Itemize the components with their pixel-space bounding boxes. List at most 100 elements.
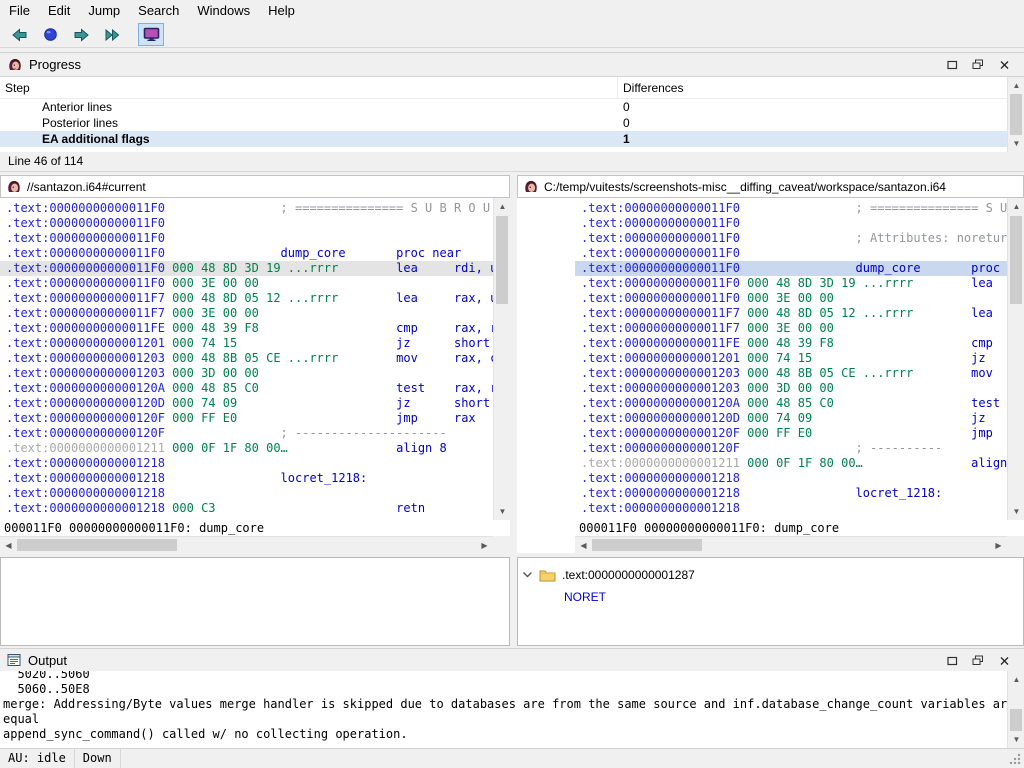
menu-item-jump[interactable]: Jump (79, 0, 129, 22)
menu-item-search[interactable]: Search (129, 0, 188, 22)
asm-line[interactable]: .text:000000000000120F ; ---------------… (0, 426, 493, 441)
asm-line[interactable]: .text:00000000000011F0 (575, 216, 1007, 231)
asm-line[interactable]: .text:0000000000001218 (0, 456, 493, 471)
scroll-thumb[interactable] (17, 539, 177, 551)
close-button[interactable] (997, 655, 1011, 667)
left-disassembly-listing[interactable]: .text:00000000000011F0 ; ===============… (0, 198, 493, 520)
asm-line[interactable]: .text:0000000000001218 (575, 501, 1007, 516)
output-scrollbar[interactable]: ▲ ▼ (1007, 671, 1024, 748)
tree-node[interactable]: .text:0000000000001287 (522, 566, 1023, 584)
asm-line[interactable]: .text:000000000000120A 000 48 85 C0 test (575, 396, 1007, 411)
float-button[interactable] (971, 59, 985, 71)
asm-line[interactable]: .text:00000000000011F0 000 48 8D 3D 19 .… (0, 261, 493, 276)
progress-panel-titlebar[interactable]: Progress (0, 52, 1024, 77)
continue-button[interactable] (99, 23, 125, 46)
resize-grip[interactable] (1008, 752, 1024, 768)
asm-line[interactable]: .text:0000000000001218 (575, 471, 1007, 486)
asm-line[interactable]: .text:0000000000001218 (0, 486, 493, 501)
float-button[interactable] (971, 655, 985, 667)
asm-line[interactable]: .text:00000000000011F0 (0, 216, 493, 231)
scroll-thumb[interactable] (1010, 709, 1022, 731)
scroll-thumb[interactable] (1010, 94, 1022, 135)
asm-line[interactable]: .text:00000000000011F7 000 48 8D 05 12 .… (575, 306, 1007, 321)
asm-line[interactable]: .text:00000000000011F7 000 3E 00 00 (575, 321, 1007, 336)
output-panel-titlebar[interactable]: Output (0, 648, 1024, 673)
scroll-down-icon[interactable]: ▼ (1008, 503, 1024, 520)
asm-line[interactable]: .text:00000000000011F7 000 3E 00 00 (0, 306, 493, 321)
progress-table-row[interactable]: EA additional flags1 (0, 131, 1007, 147)
asm-line[interactable]: .text:000000000000120D 000 74 09 jz (575, 411, 1007, 426)
scroll-up-icon[interactable]: ▲ (1008, 671, 1024, 688)
close-button[interactable] (997, 59, 1011, 71)
asm-line[interactable]: .text:000000000000120D 000 74 09 jz shor… (0, 396, 493, 411)
right-disassembly-listing[interactable]: .text:00000000000011F0 ; ===============… (575, 198, 1007, 520)
scroll-thumb[interactable] (496, 216, 508, 304)
scroll-left-icon[interactable]: ◀ (0, 537, 17, 554)
scroll-down-icon[interactable]: ▼ (1008, 135, 1024, 152)
scroll-thumb[interactable] (1010, 216, 1022, 304)
asm-line[interactable]: .text:00000000000011F0 ; Attributes: nor… (575, 231, 1007, 246)
stop-button[interactable] (37, 23, 63, 46)
scroll-down-icon[interactable]: ▼ (1008, 731, 1024, 748)
asm-line[interactable]: .text:00000000000011F0 000 48 8D 3D 19 .… (575, 276, 1007, 291)
menu-item-help[interactable]: Help (259, 0, 304, 22)
column-header-differences[interactable]: Differences (618, 77, 1007, 98)
progress-table-row[interactable]: Anterior lines0 (0, 99, 1007, 115)
column-header-step[interactable]: Step (0, 77, 618, 98)
left-pane-titlebar[interactable]: //santazon.i64#current (0, 175, 510, 198)
tree-child-noret[interactable]: NORET (564, 590, 1023, 604)
chevron-down-icon[interactable] (522, 571, 533, 579)
asm-line[interactable]: .text:0000000000001203 000 48 8B 05 CE .… (575, 366, 1007, 381)
asm-line[interactable]: .text:0000000000001201 000 74 15 jz shor… (0, 336, 493, 351)
navigate-back-button[interactable] (6, 23, 32, 46)
progress-table-scrollbar[interactable]: ▲ ▼ (1007, 77, 1024, 152)
asm-line[interactable]: .text:00000000000011F7 000 48 8D 05 12 .… (0, 291, 493, 306)
asm-line[interactable]: .text:0000000000001218 000 C3 retn (0, 501, 493, 516)
asm-line[interactable]: .text:000000000000120F 000 FF E0 jmp rax (0, 411, 493, 426)
asm-line[interactable]: .text:000000000000120A 000 48 85 C0 test… (0, 381, 493, 396)
right-pane-titlebar[interactable]: C:/temp/vuitests/screenshots-misc__diffi… (517, 175, 1024, 198)
asm-line[interactable]: .text:000000000000120F 000 FF E0 jmp (575, 426, 1007, 441)
asm-line[interactable]: .text:000000000000120F ; ---------- (575, 441, 1007, 456)
scroll-left-icon[interactable]: ◀ (575, 537, 592, 554)
left-horizontal-scrollbar[interactable]: ◀ ▶ (0, 536, 493, 553)
right-horizontal-scrollbar[interactable]: ◀ ▶ (575, 536, 1007, 553)
asm-line[interactable]: .text:00000000000011F0 000 3E 00 00 (575, 291, 1007, 306)
asm-line[interactable]: .text:0000000000001203 000 3D 00 00 (0, 366, 493, 381)
scroll-thumb[interactable] (592, 539, 702, 551)
asm-line[interactable]: .text:0000000000001201 000 74 15 jz (575, 351, 1007, 366)
asm-line[interactable]: .text:0000000000001203 000 3D 00 00 (575, 381, 1007, 396)
scroll-down-icon[interactable]: ▼ (494, 503, 511, 520)
asm-line[interactable]: .text:00000000000011F0 dump_core proc ne… (0, 246, 493, 261)
right-vertical-scrollbar[interactable]: ▲ ▼ (1007, 198, 1024, 520)
minimize-button[interactable] (945, 655, 959, 667)
scroll-right-icon[interactable]: ▶ (990, 537, 1007, 554)
left-vertical-scrollbar[interactable]: ▲ ▼ (493, 198, 510, 520)
scroll-up-icon[interactable]: ▲ (1008, 198, 1024, 215)
asm-line[interactable]: .text:00000000000011F0 ; ===============… (0, 201, 493, 216)
asm-line[interactable]: .text:00000000000011F0 (575, 246, 1007, 261)
screen-view-toggle-button[interactable] (138, 23, 164, 46)
asm-line[interactable]: .text:0000000000001203 000 48 8B 05 CE .… (0, 351, 493, 366)
minimize-button[interactable] (945, 59, 959, 71)
navigate-forward-button[interactable] (68, 23, 94, 46)
asm-line[interactable]: .text:0000000000001218 locret_1218: (575, 486, 1007, 501)
scroll-up-icon[interactable]: ▲ (494, 198, 511, 215)
asm-line[interactable]: .text:0000000000001218 locret_1218: (0, 471, 493, 486)
progress-table-row[interactable]: Posterior lines0 (0, 115, 1007, 131)
asm-line[interactable]: .text:0000000000001211 000 0F 1F 80 00… … (0, 441, 493, 456)
asm-line[interactable]: .text:00000000000011F0 dump_core proc ne… (575, 261, 1007, 276)
scroll-up-icon[interactable]: ▲ (1008, 77, 1024, 94)
menu-item-windows[interactable]: Windows (188, 0, 259, 22)
output-log[interactable]: 5020..5060 5060..50E8merge: Addressing/B… (0, 671, 1007, 748)
menu-item-file[interactable]: File (0, 0, 39, 22)
asm-line[interactable]: .text:0000000000001211 000 0F 1F 80 00… … (575, 456, 1007, 471)
pane-splitter[interactable] (510, 175, 517, 553)
asm-line[interactable]: .text:00000000000011F0 ; ===============… (575, 201, 1007, 216)
menu-item-edit[interactable]: Edit (39, 0, 79, 22)
asm-line[interactable]: .text:00000000000011FE 000 48 39 F8 cmp (575, 336, 1007, 351)
asm-line[interactable]: .text:00000000000011F0 (0, 231, 493, 246)
asm-line[interactable]: .text:00000000000011FE 000 48 39 F8 cmp … (0, 321, 493, 336)
scroll-right-icon[interactable]: ▶ (476, 537, 493, 554)
asm-line[interactable]: .text:00000000000011F0 000 3E 00 00 (0, 276, 493, 291)
